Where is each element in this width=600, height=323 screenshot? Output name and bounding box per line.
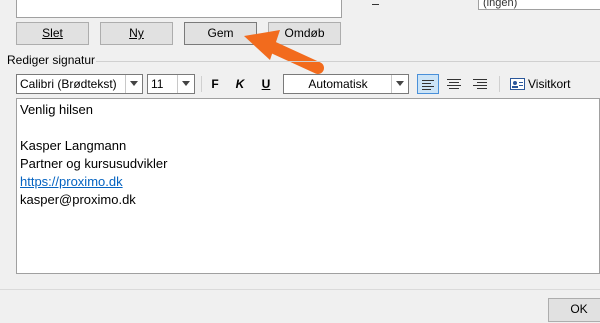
signature-line: Kasper Langmann: [20, 138, 127, 153]
chevron-down-icon[interactable]: [125, 75, 142, 93]
edit-signature-label: Rediger signatur: [7, 53, 96, 67]
save-button-label: Gem: [207, 26, 234, 40]
align-right-icon[interactable]: [470, 75, 490, 93]
align-left-button[interactable]: [417, 74, 439, 94]
font-size-value: 11: [151, 77, 164, 91]
delete-button[interactable]: Slet: [16, 22, 89, 45]
separator-dash: [372, 4, 379, 5]
font-size-select[interactable]: 11: [147, 74, 195, 94]
default-signature-field[interactable]: (ingen): [478, 0, 600, 10]
align-center-icon[interactable]: [444, 75, 464, 93]
signature-line: Venlig hilsen: [20, 102, 93, 117]
new-button[interactable]: Ny: [100, 22, 173, 45]
delete-button-label: Slet: [42, 26, 63, 40]
signature-list[interactable]: [16, 0, 342, 18]
business-card-button[interactable]: Visitkort: [508, 74, 574, 94]
section-divider: [96, 61, 600, 62]
signature-email: kasper@proximo.dk: [20, 192, 136, 207]
toolbar-separator: [201, 76, 202, 92]
annotation-arrow: [244, 30, 324, 74]
font-name-select[interactable]: Calibri (Brødtekst): [16, 74, 143, 94]
toolbar-separator: [499, 76, 500, 92]
chevron-down-icon[interactable]: [177, 75, 194, 93]
font-color-value: Automatisk: [308, 77, 368, 91]
font-color-select[interactable]: Automatisk: [283, 74, 409, 94]
business-card-icon: [510, 78, 525, 90]
font-name-value: Calibri (Brødtekst): [20, 77, 117, 91]
underline-button[interactable]: U: [258, 74, 274, 94]
signature-link[interactable]: https://proximo.dk: [20, 174, 123, 190]
signature-editor[interactable]: Venlig hilsen Kasper Langmann Partner og…: [16, 98, 600, 274]
align-left-icon: [422, 80, 434, 90]
new-button-label: Ny: [129, 26, 144, 40]
footer-divider: [0, 289, 600, 290]
italic-button[interactable]: K: [232, 74, 248, 94]
business-card-label: Visitkort: [528, 77, 571, 91]
chevron-down-icon[interactable]: [391, 75, 408, 93]
ok-button[interactable]: OK: [548, 298, 600, 322]
signature-line: Partner og kursusudvikler: [20, 156, 168, 171]
bold-button[interactable]: F: [207, 74, 223, 94]
